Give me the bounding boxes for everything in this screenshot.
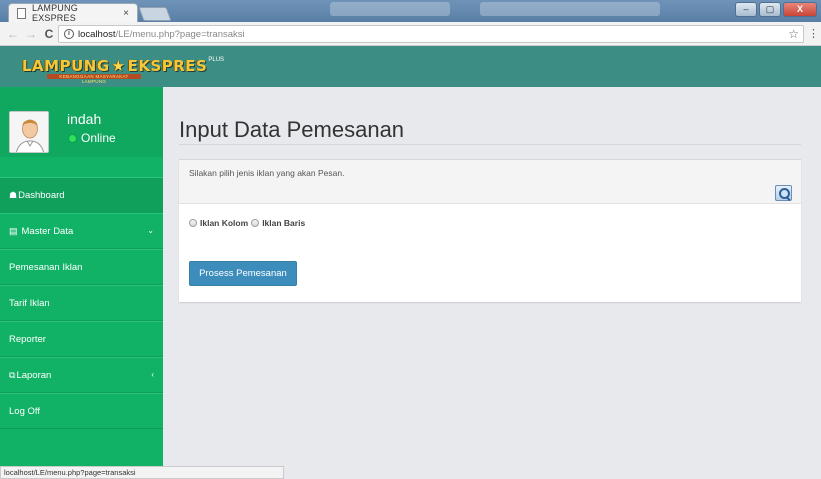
- sidebar-item-label: Pemesanan Iklan: [9, 261, 83, 273]
- ad-type-options: Iklan Kolom Iklan Baris: [189, 218, 308, 228]
- sidebar-item-label: Reporter: [9, 333, 46, 345]
- main-content: Input Data Pemesanan Silakan pilih jenis…: [163, 87, 821, 479]
- order-form-box: Silakan pilih jenis iklan yang akan Pesa…: [179, 159, 801, 302]
- brand-logo[interactable]: LAMPUNG ★ EKSPRESPLUS KEBANGGAAN MASYARAKA…: [22, 57, 225, 84]
- tab-title: LAMPUNG EXSPRES: [32, 3, 78, 23]
- browser-tab[interactable]: LAMPUNG EXSPRES ×: [8, 3, 138, 23]
- page-title: Input Data Pemesanan: [179, 117, 405, 142]
- chevron-left-icon: ‹: [151, 370, 154, 379]
- radio-label-iklan-kolom[interactable]: Iklan Kolom: [200, 218, 248, 228]
- reload-icon[interactable]: C: [40, 27, 58, 41]
- sidebar-item-label: Dashboard: [18, 189, 65, 201]
- instruction-text: Silakan pilih jenis iklan yang akan Pesa…: [189, 168, 345, 178]
- radio-iklan-baris[interactable]: [251, 219, 260, 227]
- browser-status-bar: localhost/LE/menu.php?page=transaksi: [0, 466, 284, 479]
- browser-menu-icon[interactable]: ⋮: [808, 27, 819, 40]
- page-icon: [17, 7, 26, 19]
- bookmark-star-icon[interactable]: ☆: [788, 27, 799, 41]
- logo-tagline: KEBANGGAAN MASYARAKAT LAMPUNG: [47, 74, 141, 84]
- browser-tabstrip: LAMPUNG EXSPRES × – ▢ X: [0, 0, 821, 23]
- window-controls: – ▢ X: [735, 2, 817, 17]
- info-icon[interactable]: i: [64, 29, 74, 39]
- user-avatar-icon: [10, 112, 48, 152]
- dashboard-icon: ☗: [9, 189, 18, 200]
- address-bar[interactable]: i localhost/LE/menu.php?page=transaksi ☆: [58, 25, 804, 43]
- sidebar-item-pemesanan-iklan[interactable]: Pemesanan Iklan: [0, 249, 163, 285]
- new-tab-button[interactable]: [138, 7, 172, 21]
- logo-star-icon: ★: [111, 57, 126, 75]
- search-icon[interactable]: [775, 185, 792, 201]
- logo-right-text: EKSPRES: [127, 57, 208, 75]
- forward-arrow-icon[interactable]: →: [22, 27, 40, 41]
- tab-close-icon[interactable]: ×: [123, 8, 129, 19]
- url-host: localhost: [78, 28, 116, 40]
- browser-toolbar: ← → C i localhost/LE/menu.php?page=trans…: [0, 22, 821, 46]
- divider: [179, 144, 801, 145]
- box-header: Silakan pilih jenis iklan yang akan Pesa…: [179, 160, 801, 204]
- url-path: /LE/menu.php?page=transaksi: [115, 28, 245, 40]
- maximize-icon[interactable]: ▢: [759, 2, 781, 17]
- user-status: Online: [69, 131, 116, 145]
- online-status-icon: [69, 134, 76, 142]
- logo-plus-badge: PLUS: [208, 57, 225, 63]
- sidebar-item-label: Master Data: [21, 225, 74, 237]
- window-close-icon[interactable]: X: [783, 2, 817, 17]
- sidebar-item-dashboard[interactable]: ☗ Dashboard: [0, 177, 163, 213]
- minimize-icon[interactable]: –: [735, 2, 757, 17]
- chevron-down-icon: ⌄: [147, 226, 154, 235]
- sidebar-item-tarif-iklan[interactable]: Tarif Iklan: [0, 285, 163, 321]
- user-status-label: Online: [81, 131, 116, 145]
- back-arrow-icon[interactable]: ←: [4, 27, 22, 41]
- sidebar-item-log-off[interactable]: Log Off: [0, 393, 163, 429]
- sidebar-item-label: Laporan: [16, 369, 52, 381]
- sidebar-menu: ☗ Dashboard ▤ Master Data ⌄ Pemesanan Ik…: [0, 177, 163, 429]
- radio-label-iklan-baris[interactable]: Iklan Baris: [262, 218, 305, 228]
- report-icon: ⧉: [9, 369, 16, 380]
- logo-left-text: LAMPUNG: [22, 57, 110, 75]
- blurred-tab-region: [330, 2, 450, 16]
- sidebar-item-laporan[interactable]: ⧉ Laporan ‹: [0, 357, 163, 393]
- sidebar-item-master-data[interactable]: ▤ Master Data ⌄: [0, 213, 163, 249]
- submit-order-button[interactable]: Prosess Pemesanan: [189, 261, 297, 286]
- user-panel: indah Online: [0, 87, 163, 157]
- table-icon: ▤: [9, 225, 18, 236]
- avatar: [9, 111, 49, 153]
- blurred-tab-region-2: [480, 2, 660, 16]
- user-name: indah: [67, 111, 102, 127]
- sidebar-item-label: Log Off: [9, 405, 40, 417]
- radio-iklan-kolom[interactable]: [189, 219, 197, 227]
- sidebar: indah Online ☗ Dashboard ▤ Master Data ⌄…: [0, 87, 163, 479]
- sidebar-item-label: Tarif Iklan: [9, 297, 50, 309]
- sidebar-item-reporter[interactable]: Reporter: [0, 321, 163, 357]
